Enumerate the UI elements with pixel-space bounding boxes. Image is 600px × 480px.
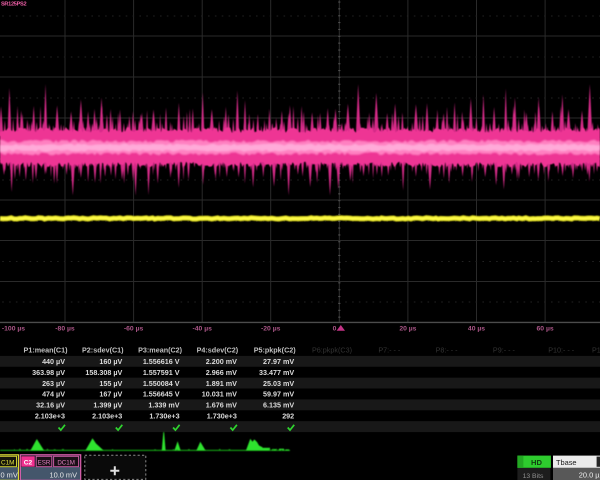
svg-text:6.135 mV: 6.135 mV <box>263 401 294 410</box>
svg-text:13 Bits: 13 Bits <box>523 473 544 480</box>
svg-text:-20 µs: -20 µs <box>261 326 281 333</box>
svg-text:0 mV: 0 mV <box>1 471 18 480</box>
svg-text:-100 µs: -100 µs <box>2 326 25 333</box>
svg-text:ESR: ESR <box>38 459 51 466</box>
svg-text:160 µV: 160 µV <box>99 357 122 366</box>
svg-text:32.16 µV: 32.16 µV <box>36 401 65 410</box>
svg-text:1.556645 V: 1.556645 V <box>143 390 180 399</box>
svg-text:60 µs: 60 µs <box>537 326 554 333</box>
svg-text:Tbase: Tbase <box>556 458 577 467</box>
svg-text:59.97 mV: 59.97 mV <box>263 390 294 399</box>
svg-text:2.200 mV: 2.200 mV <box>206 357 237 366</box>
svg-text:25.03 mV: 25.03 mV <box>263 379 294 388</box>
svg-text:1.891 mV: 1.891 mV <box>206 379 237 388</box>
svg-text:20.0 µ: 20.0 µ <box>579 470 600 479</box>
svg-text:SR125PS2: SR125PS2 <box>1 1 26 7</box>
svg-text:P4:sdev(C2): P4:sdev(C2) <box>197 345 239 354</box>
svg-text:P10:- - -: P10:- - - <box>548 345 575 354</box>
svg-text:263 µV: 263 µV <box>42 379 65 388</box>
svg-text:P7:- - -: P7:- - - <box>378 345 401 354</box>
svg-text:1.550084 V: 1.550084 V <box>143 379 180 388</box>
svg-text:0: 0 <box>333 326 337 333</box>
svg-text:474 µV: 474 µV <box>42 390 65 399</box>
svg-text:1.676 mV: 1.676 mV <box>206 401 237 410</box>
svg-text:1.399 µV: 1.399 µV <box>93 401 122 410</box>
svg-text:27.97 mV: 27.97 mV <box>263 357 294 366</box>
svg-text:P1:mean(C1): P1:mean(C1) <box>24 345 69 354</box>
svg-text:1.556616 V: 1.556616 V <box>143 357 180 366</box>
svg-text:2.966 mV: 2.966 mV <box>206 368 237 377</box>
svg-text:363.98 µV: 363.98 µV <box>32 368 65 377</box>
svg-text:1.339 mV: 1.339 mV <box>148 401 179 410</box>
svg-text:DC1M: DC1M <box>57 459 75 466</box>
svg-text:P3:mean(C2): P3:mean(C2) <box>138 345 183 354</box>
svg-text:C2: C2 <box>24 459 33 466</box>
svg-text:1.557591 V: 1.557591 V <box>143 368 180 377</box>
svg-text:P6:pkpk(C3): P6:pkpk(C3) <box>312 345 352 354</box>
svg-text:P9:- - -: P9:- - - <box>493 345 516 354</box>
svg-text:33.477 mV: 33.477 mV <box>259 368 294 377</box>
svg-text:158.308 µV: 158.308 µV <box>85 368 122 377</box>
svg-text:10.0 mV: 10.0 mV <box>49 471 77 480</box>
svg-text:1.730e+3: 1.730e+3 <box>149 412 179 421</box>
svg-text:155 µV: 155 µV <box>99 379 122 388</box>
svg-text:P8:- - -: P8:- - - <box>436 345 459 354</box>
svg-text:40 µs: 40 µs <box>468 326 485 333</box>
svg-text:-80 µs: -80 µs <box>55 326 75 333</box>
svg-text:-40 µs: -40 µs <box>192 326 212 333</box>
svg-text:1.730e+3: 1.730e+3 <box>207 412 237 421</box>
svg-text:167 µV: 167 µV <box>99 390 122 399</box>
svg-text:P2:sdev(C1): P2:sdev(C1) <box>82 345 124 354</box>
svg-text:2.103e+3: 2.103e+3 <box>92 412 122 421</box>
svg-text:P1: P1 <box>592 345 600 354</box>
svg-text:292: 292 <box>282 412 294 421</box>
svg-text:P5:pkpk(C2): P5:pkpk(C2) <box>254 345 297 354</box>
svg-text:HD: HD <box>531 458 542 467</box>
svg-text:20 µs: 20 µs <box>399 326 416 333</box>
svg-text:-60 µs: -60 µs <box>124 326 144 333</box>
svg-text:10.031 mV: 10.031 mV <box>202 390 237 399</box>
svg-text:440 µV: 440 µV <box>42 357 65 366</box>
svg-text:C1M: C1M <box>1 459 15 466</box>
svg-text:2.103e+3: 2.103e+3 <box>35 412 65 421</box>
